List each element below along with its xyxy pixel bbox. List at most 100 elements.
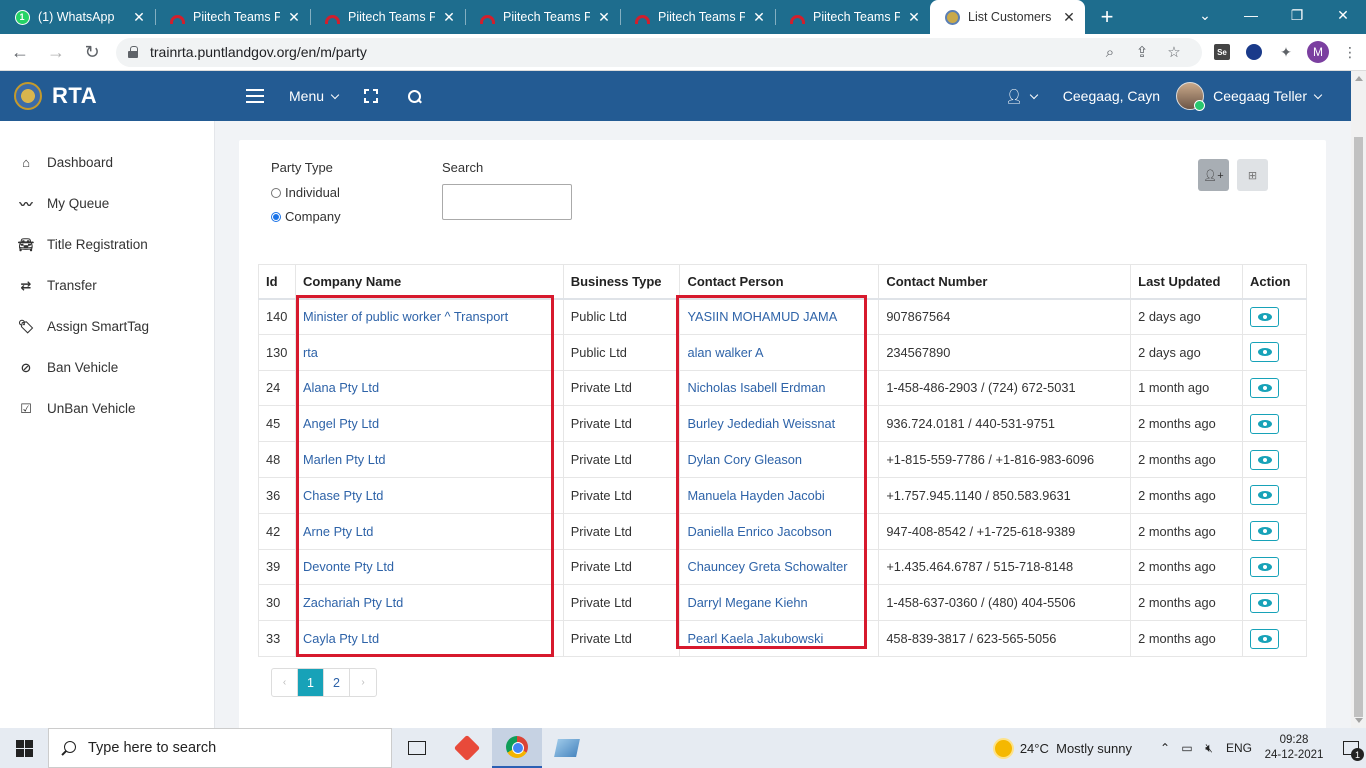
pagination-page-1[interactable]: 1	[298, 669, 324, 696]
column-header-company-name[interactable]: Company Name	[294, 264, 564, 300]
forward-icon[interactable]: →	[40, 36, 72, 68]
view-button[interactable]	[1250, 306, 1280, 327]
radio-individual-control[interactable]	[271, 187, 281, 198]
reload-icon[interactable]: ↻	[76, 36, 108, 68]
share-icon[interactable]: ⇪	[1126, 43, 1158, 61]
browser-tab-whatsapp[interactable]: 1 (1) WhatsApp ✕	[0, 0, 155, 34]
close-tab-icon[interactable]: ✕	[441, 9, 457, 26]
view-button[interactable]	[1250, 628, 1280, 649]
view-button[interactable]	[1250, 342, 1280, 363]
user-avatar[interactable]	[1176, 82, 1206, 111]
restore-icon[interactable]: ❐	[1274, 0, 1320, 30]
chevron-up-icon[interactable]: ⌃	[1154, 741, 1176, 755]
zoom-search-icon[interactable]: ⌕	[1094, 44, 1126, 61]
browser-tab-piitech[interactable]: Piitech Teams Po ✕	[465, 0, 620, 34]
task-view-icon[interactable]	[392, 728, 442, 768]
contact-person-link[interactable]: Dylan Cory Gleason	[679, 441, 880, 478]
url-text[interactable]: trainrta.puntlandgov.org/en/m/party	[150, 44, 1094, 60]
company-name-link[interactable]: Cayla Pty Ltd	[294, 620, 564, 657]
lock-icon[interactable]	[128, 46, 138, 58]
chrome-app-icon[interactable]	[492, 728, 542, 768]
view-button[interactable]	[1250, 485, 1280, 506]
column-header-id[interactable]: Id	[258, 264, 296, 300]
address-bar[interactable]: trainrta.puntlandgov.org/en/m/party ⌕ ⇪ …	[116, 37, 1202, 67]
company-name-link[interactable]: Alana Pty Ltd	[294, 369, 564, 407]
company-name-link[interactable]: Devonte Pty Ltd	[294, 548, 564, 586]
column-header-contact-person[interactable]: Contact Person	[679, 264, 880, 300]
pagination-next[interactable]: ›	[350, 669, 376, 696]
radio-company-control[interactable]	[271, 211, 281, 222]
view-button[interactable]	[1250, 377, 1280, 398]
contact-person-link[interactable]: alan walker A	[679, 333, 880, 371]
fullscreen-icon[interactable]	[364, 89, 379, 103]
tab-search-chevron-icon[interactable]: ⌄	[1182, 0, 1228, 30]
scroll-up-icon[interactable]	[1355, 76, 1363, 81]
close-tab-icon[interactable]: ✕	[1061, 9, 1077, 26]
search-icon[interactable]	[408, 89, 422, 103]
browser-menu-icon[interactable]: ⋮	[1334, 36, 1366, 68]
network-icon[interactable]: ▭	[1176, 741, 1198, 755]
sidebar-item-my-queue[interactable]: 〰 My Queue	[0, 183, 214, 224]
close-tab-icon[interactable]: ✕	[286, 9, 302, 26]
pagination-prev[interactable]: ‹	[272, 669, 298, 696]
close-tab-icon[interactable]: ✕	[751, 9, 767, 26]
sidebar-item-unban-vehicle[interactable]: ☑ UnBan Vehicle	[0, 388, 214, 429]
sidebar-item-transfer[interactable]: ⇄ Transfer	[0, 265, 214, 306]
expand-button[interactable]: ⊞	[1237, 159, 1268, 191]
back-icon[interactable]: ←	[4, 36, 36, 68]
browser-tab-piitech[interactable]: Piitech Teams Po ✕	[155, 0, 310, 34]
close-tab-icon[interactable]: ✕	[906, 9, 922, 26]
sidebar-item-dashboard[interactable]: ⌂ Dashboard	[0, 142, 214, 183]
scroll-thumb[interactable]	[1354, 137, 1363, 717]
contact-person-link[interactable]: YASIIN MOHAMUD JAMA	[679, 298, 880, 335]
close-tab-icon[interactable]: ✕	[596, 9, 612, 26]
view-button[interactable]	[1250, 521, 1280, 542]
column-header-business-type[interactable]: Business Type	[562, 264, 681, 300]
role-dropdown[interactable]: Ceegaag Teller	[1213, 88, 1323, 104]
company-name-link[interactable]: Arne Pty Ltd	[294, 512, 564, 550]
column-header-contact-number[interactable]: Contact Number	[878, 264, 1132, 300]
add-party-button[interactable]: 👤︎+	[1198, 159, 1229, 191]
new-tab-icon[interactable]: +	[1085, 0, 1129, 34]
column-header-last-updated[interactable]: Last Updated	[1130, 264, 1244, 300]
user-name[interactable]: Ceegaag, Cayn	[1063, 88, 1160, 104]
contact-person-link[interactable]: Nicholas Isabell Erdman	[679, 369, 880, 407]
company-name-link[interactable]: Zachariah Pty Ltd	[294, 584, 564, 622]
view-button[interactable]	[1250, 413, 1280, 434]
git-app-icon[interactable]	[442, 728, 492, 768]
browser-tab-piitech[interactable]: Piitech Teams Po ✕	[620, 0, 775, 34]
extension-shield-icon[interactable]	[1238, 36, 1270, 68]
company-name-link[interactable]: Marlen Pty Ltd	[294, 441, 564, 478]
extensions-puzzle-icon[interactable]: ✦	[1270, 36, 1302, 68]
radio-individual[interactable]: Individual	[271, 185, 340, 200]
windows-start-icon[interactable]	[0, 728, 48, 768]
contact-person-link[interactable]: Manuela Hayden Jacobi	[679, 476, 880, 514]
close-window-icon[interactable]: ✕	[1320, 0, 1366, 30]
page-scrollbar[interactable]	[1351, 71, 1366, 728]
contact-person-link[interactable]: Pearl Kaela Jakubowski	[679, 620, 880, 657]
view-button[interactable]	[1250, 556, 1280, 577]
profile-avatar[interactable]: M	[1302, 36, 1334, 68]
sidebar-item-title-registration[interactable]: 🚘︎ Title Registration	[0, 224, 214, 265]
hamburger-menu-icon[interactable]	[246, 89, 264, 103]
browser-tab-piitech[interactable]: Piitech Teams Po ✕	[310, 0, 465, 34]
user-dropdown[interactable]: 👤︎	[1005, 88, 1039, 105]
weather-widget[interactable]: 24°C Mostly sunny	[994, 739, 1132, 757]
volume-muted-icon[interactable]: 🔇︎	[1198, 741, 1220, 756]
contact-person-link[interactable]: Chauncey Greta Schowalter	[679, 548, 880, 586]
sidebar-item-assign-smarttag[interactable]: 🏷︎ Assign SmartTag	[0, 306, 214, 347]
pagination-page-2[interactable]: 2	[324, 669, 350, 696]
view-button[interactable]	[1250, 592, 1280, 613]
bookmark-star-icon[interactable]: ☆	[1158, 43, 1190, 61]
contact-person-link[interactable]: Burley Jedediah Weissnat	[679, 405, 880, 443]
contact-person-link[interactable]: Darryl Megane Kiehn	[679, 584, 880, 622]
menu-dropdown[interactable]: Menu	[289, 88, 340, 104]
clock[interactable]: 09:28 24-12-2021	[1264, 733, 1324, 763]
taskbar-search-box[interactable]: Type here to search	[48, 728, 392, 768]
brand[interactable]: RTA	[0, 82, 215, 110]
view-button[interactable]	[1250, 449, 1280, 470]
close-tab-icon[interactable]: ✕	[131, 9, 147, 26]
radio-company[interactable]: Company	[271, 209, 341, 224]
contact-person-link[interactable]: Daniella Enrico Jacobson	[679, 512, 880, 550]
company-name-link[interactable]: rta	[294, 333, 564, 371]
